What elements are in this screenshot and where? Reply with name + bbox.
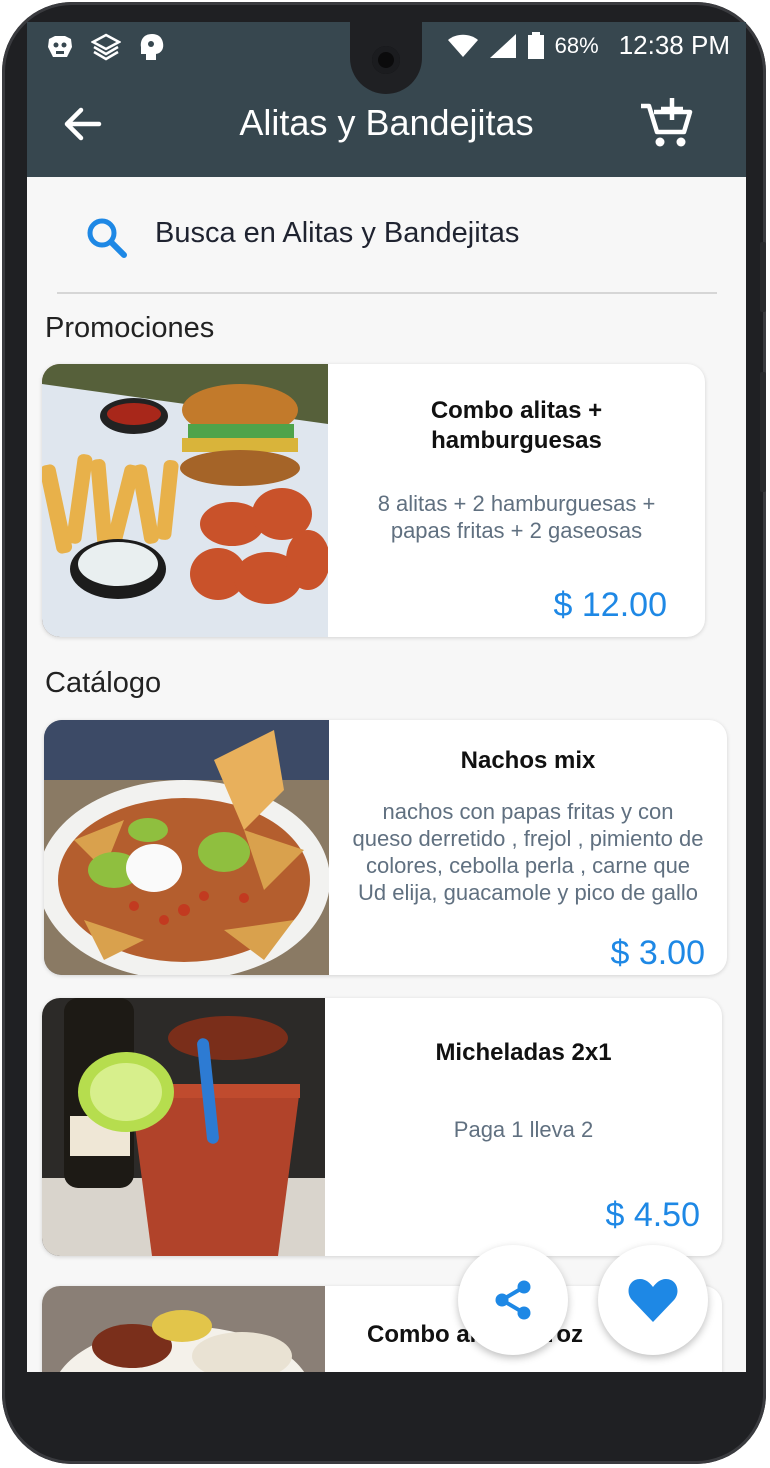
power-button xyxy=(760,372,766,492)
share-button[interactable] xyxy=(458,1245,568,1355)
product-desc-line: queso derretido , frejol , pimiento de xyxy=(352,826,704,851)
product-description: Paga 1 lleva 2 xyxy=(453,1117,594,1142)
product-price: $ 4.50 xyxy=(605,1196,700,1234)
promo-name-line: Combo alitas + xyxy=(430,397,603,424)
status-right: 68% 12:38 PM xyxy=(447,30,730,61)
heart-icon xyxy=(628,1279,678,1322)
promo-desc-line: papas fritas + 2 gaseosas xyxy=(390,518,643,543)
notification-icons xyxy=(45,32,167,62)
battery-icon xyxy=(527,31,544,59)
product-desc-line: Ud elija, guacamole y pico de gallo xyxy=(358,880,698,905)
front-camera xyxy=(372,46,400,74)
favorite-button[interactable] xyxy=(598,1245,708,1355)
search-icon xyxy=(87,218,127,258)
dog-icon xyxy=(45,32,75,62)
ghost-head-icon xyxy=(137,32,167,62)
battery-percent: 68% xyxy=(554,32,599,58)
product-card[interactable]: Nachos mix nachos con papas fritas y con… xyxy=(44,720,727,975)
michelada-image xyxy=(42,998,325,1256)
promo-name-line: hamburguesas xyxy=(431,427,602,454)
promo-name: Combo alitas + hamburguesas xyxy=(328,396,705,456)
clock: 12:38 PM xyxy=(618,30,730,60)
combo-arroz-image xyxy=(42,1286,325,1372)
product-desc-line: colores, cebolla perla , carne que xyxy=(365,853,691,878)
share-icon xyxy=(495,1280,531,1320)
nachos-image xyxy=(44,720,329,975)
phone-frame: 68% 12:38 PM Alitas y Bandejitas Busca e… xyxy=(2,2,766,1464)
product-name: Nachos mix xyxy=(460,747,596,774)
promotions-heading: Promociones xyxy=(45,312,215,344)
promo-image xyxy=(42,364,328,637)
promo-price: $ 12.00 xyxy=(553,586,667,624)
product-info: Micheladas 2x1 Paga 1 lleva 2 $ 4.50 xyxy=(325,998,722,1256)
wifi-icon xyxy=(447,34,478,57)
cart-button[interactable] xyxy=(638,96,694,152)
signal-icon xyxy=(489,33,516,58)
promo-description: 8 alitas + 2 hamburguesas + papas fritas… xyxy=(332,490,701,544)
product-price: $ 3.00 xyxy=(610,934,705,972)
promo-card[interactable]: Combo alitas + hamburguesas 8 alitas + 2… xyxy=(42,364,705,637)
promo-info: Combo alitas + hamburguesas 8 alitas + 2… xyxy=(328,364,705,637)
search-bar[interactable]: Busca en Alitas y Bandejitas xyxy=(57,182,717,294)
product-desc-line: nachos con papas fritas y con xyxy=(382,799,674,824)
camera-notch xyxy=(350,22,422,94)
product-info: Nachos mix nachos con papas fritas y con… xyxy=(329,720,727,975)
volume-button xyxy=(760,242,766,312)
cart-add-icon xyxy=(641,98,693,147)
catalog-heading: Catálogo xyxy=(45,667,162,699)
search-input[interactable]: Busca en Alitas y Bandejitas xyxy=(155,217,519,250)
product-card[interactable]: Micheladas 2x1 Paga 1 lleva 2 $ 4.50 xyxy=(42,998,722,1256)
promo-desc-line: 8 alitas + 2 hamburguesas + xyxy=(377,491,656,516)
product-name: Micheladas 2x1 xyxy=(435,1039,612,1066)
app-screen: 68% 12:38 PM Alitas y Bandejitas Busca e… xyxy=(27,22,746,1372)
layers-icon xyxy=(91,32,121,62)
product-description: nachos con papas fritas y con queso derr… xyxy=(333,798,723,906)
